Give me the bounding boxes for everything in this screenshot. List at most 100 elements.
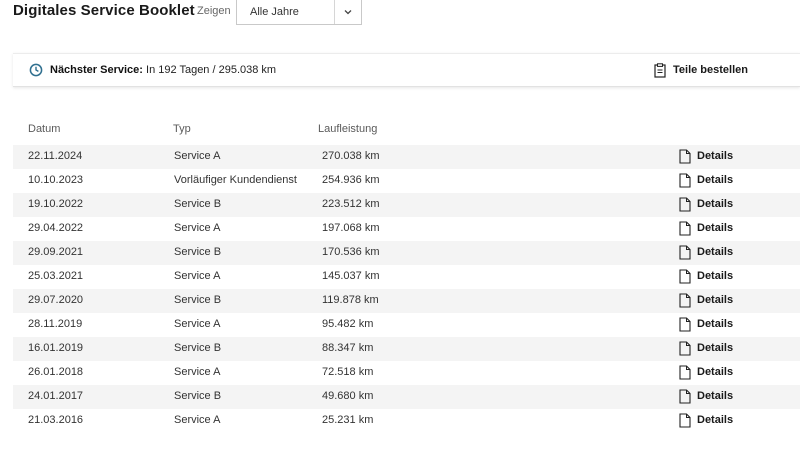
document-icon <box>679 293 691 308</box>
document-icon <box>679 317 691 332</box>
row-type: Service B <box>174 294 222 306</box>
document-icon <box>679 221 691 236</box>
select-divider <box>334 0 335 24</box>
details-button[interactable]: Details <box>679 241 769 265</box>
row-type: Service B <box>174 246 222 258</box>
row-type: Vorläufiger Kundendienst <box>174 174 297 186</box>
table-row: 22.11.2024 Service A 270.038 km Details <box>13 145 800 169</box>
document-icon <box>679 413 691 428</box>
table-row: 19.10.2022 Service B 223.512 km Details <box>13 193 800 217</box>
year-select[interactable]: Alle Jahre <box>236 0 362 25</box>
document-icon <box>679 149 691 164</box>
details-label: Details <box>697 294 734 306</box>
row-type: Service A <box>174 318 221 330</box>
next-service-bar: Nächster Service: In 192 Tagen / 295.038… <box>13 53 800 87</box>
row-mileage: 95.482 km <box>322 318 374 330</box>
row-type: Service A <box>174 366 221 378</box>
clock-icon <box>29 63 43 77</box>
row-mileage: 49.680 km <box>322 390 374 402</box>
document-icon <box>679 269 691 284</box>
details-label: Details <box>697 222 734 234</box>
details-label: Details <box>697 198 734 210</box>
table-row: 29.07.2020 Service B 119.878 km Details <box>13 289 800 313</box>
service-table: 22.11.2024 Service A 270.038 km Details 10.1… <box>13 145 800 433</box>
details-button[interactable]: Details <box>679 313 769 337</box>
details-label: Details <box>697 366 734 378</box>
table-row: 25.03.2021 Service A 145.037 km Details <box>13 265 800 289</box>
column-header-date: Datum <box>28 123 61 135</box>
row-mileage: 72.518 km <box>322 366 374 378</box>
row-date: 29.07.2020 <box>28 294 84 306</box>
details-label: Details <box>697 174 734 186</box>
row-mileage: 119.878 km <box>322 294 379 306</box>
row-type: Service B <box>174 342 222 354</box>
row-mileage: 145.037 km <box>322 270 380 282</box>
table-row: 21.03.2016 Service A 25.231 km Details <box>13 409 800 433</box>
details-label: Details <box>697 318 734 330</box>
chevron-down-icon <box>344 10 352 15</box>
row-mileage: 170.536 km <box>322 246 380 258</box>
row-date: 19.10.2022 <box>28 198 84 210</box>
details-button[interactable]: Details <box>679 193 769 217</box>
details-label: Details <box>697 270 734 282</box>
row-type: Service A <box>174 270 221 282</box>
column-header-mileage: Laufleistung <box>318 123 378 135</box>
details-button[interactable]: Details <box>679 385 769 409</box>
table-row: 29.09.2021 Service B 170.536 km Details <box>13 241 800 265</box>
next-service-value: In 192 Tagen / 295.038 km <box>146 64 277 76</box>
details-button[interactable]: Details <box>679 265 769 289</box>
row-date: 22.11.2024 <box>28 150 83 162</box>
row-date: 28.11.2019 <box>28 318 83 330</box>
row-type: Service B <box>174 390 222 402</box>
row-type: Service B <box>174 198 222 210</box>
row-mileage: 254.936 km <box>322 174 380 186</box>
table-row: 24.01.2017 Service B 49.680 km Details <box>13 385 800 409</box>
row-mileage: 270.038 km <box>322 150 380 162</box>
details-button[interactable]: Details <box>679 289 769 313</box>
row-date: 24.01.2017 <box>28 390 84 402</box>
details-label: Details <box>697 246 734 258</box>
details-button[interactable]: Details <box>679 169 769 193</box>
details-button[interactable]: Details <box>679 337 769 361</box>
document-icon <box>679 365 691 380</box>
year-select-value: Alle Jahre <box>250 6 299 18</box>
table-row: 26.01.2018 Service A 72.518 km Details <box>13 361 800 385</box>
details-button[interactable]: Details <box>679 145 769 169</box>
row-date: 10.10.2023 <box>28 174 84 186</box>
document-icon <box>679 245 691 260</box>
page-title: Digitales Service Booklet <box>13 2 195 19</box>
table-row: 29.04.2022 Service A 197.068 km Details <box>13 217 800 241</box>
details-button[interactable]: Details <box>679 361 769 385</box>
row-mileage: 223.512 km <box>322 198 380 210</box>
table-row: 10.10.2023 Vorläufiger Kundendienst 254.93… <box>13 169 800 193</box>
row-mileage: 25.231 km <box>322 414 374 426</box>
row-type: Service A <box>174 414 221 426</box>
details-label: Details <box>697 414 734 426</box>
row-date: 25.03.2021 <box>28 270 84 282</box>
row-date: 26.01.2018 <box>28 366 84 378</box>
column-header-type: Typ <box>173 123 191 135</box>
document-icon <box>679 389 691 404</box>
row-type: Service A <box>174 150 221 162</box>
next-service-label: Nächster Service: <box>50 64 143 76</box>
row-date: 29.04.2022 <box>28 222 84 234</box>
page-header: Digitales Service Booklet Zeigen Alle Ja… <box>0 0 800 26</box>
row-date: 21.03.2016 <box>28 414 84 426</box>
row-date: 16.01.2019 <box>28 342 84 354</box>
details-button[interactable]: Details <box>679 217 769 241</box>
table-row: 16.01.2019 Service B 88.347 km Details <box>13 337 800 361</box>
clipboard-icon <box>654 63 666 78</box>
row-mileage: 88.347 km <box>322 342 374 354</box>
details-button[interactable]: Details <box>679 409 769 433</box>
table-row: 28.11.2019 Service A 95.482 km Details <box>13 313 800 337</box>
next-service-text: Nächster Service: In 192 Tagen / 295.038… <box>50 64 276 76</box>
document-icon <box>679 341 691 356</box>
document-icon <box>679 173 691 188</box>
order-parts-button[interactable]: Teile bestellen <box>673 64 748 76</box>
row-mileage: 197.068 km <box>322 222 380 234</box>
details-label: Details <box>697 390 734 402</box>
details-label: Details <box>697 342 734 354</box>
details-label: Details <box>697 150 734 162</box>
show-label: Zeigen <box>197 5 231 17</box>
row-date: 29.09.2021 <box>28 246 84 258</box>
